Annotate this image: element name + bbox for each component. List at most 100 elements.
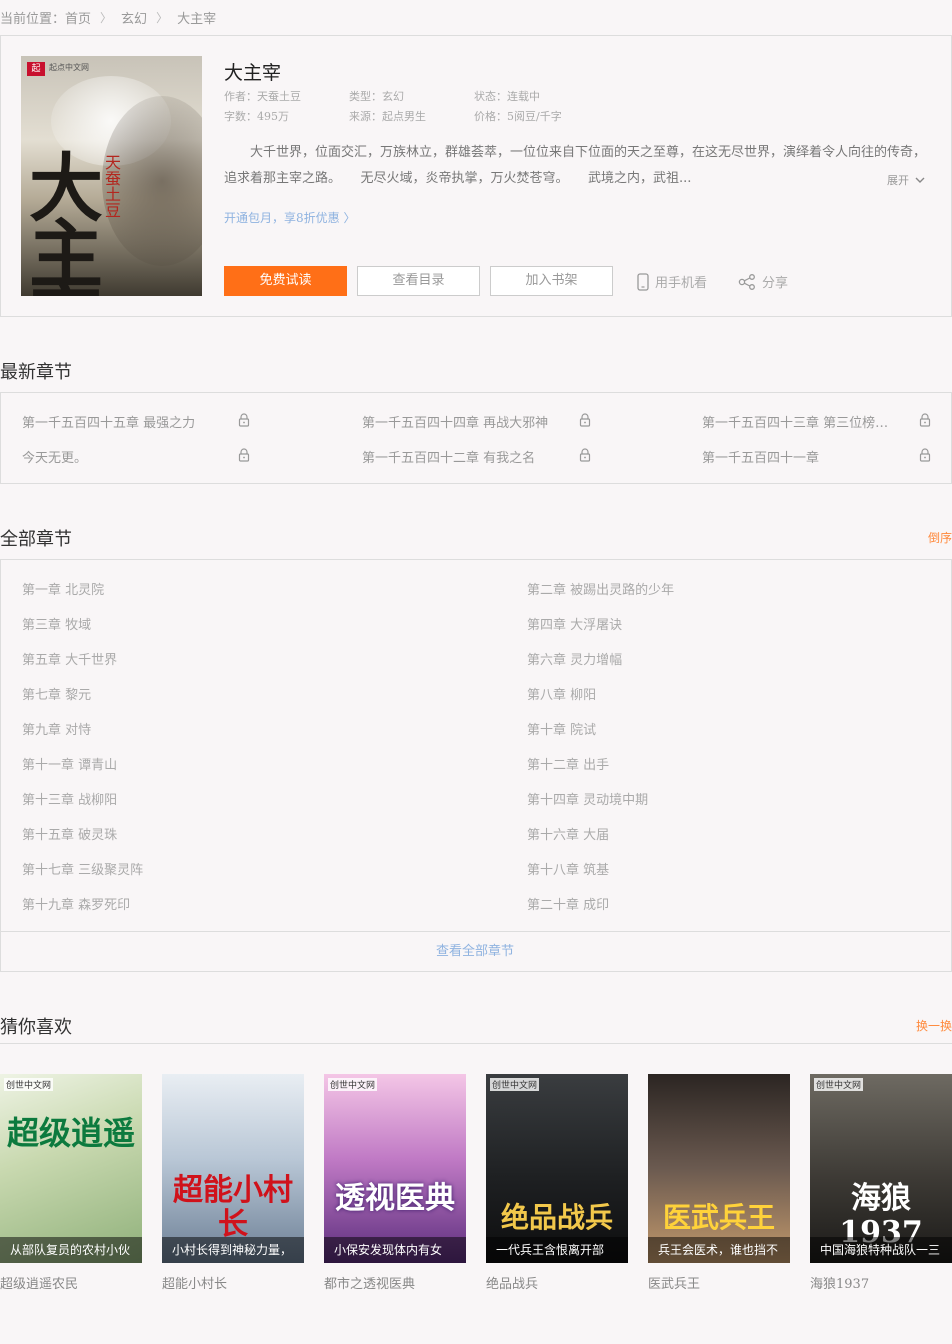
latest-chapter-link[interactable]: 第一千五百四十三章 第三位榜… bbox=[702, 412, 906, 430]
chapter-link[interactable]: 第十章 院试 bbox=[527, 719, 596, 738]
chapter-link[interactable]: 第十九章 森罗死印 bbox=[22, 894, 130, 913]
chapter-link[interactable]: 第二十章 成印 bbox=[527, 894, 609, 913]
cover-publisher: 起点中文网 bbox=[49, 63, 89, 72]
recommend-cover[interactable]: 创世中文网 海狼1937 中国海狼特种战队一三 bbox=[810, 1074, 952, 1263]
view-catalog-button[interactable]: 查看目录 bbox=[357, 266, 480, 296]
recommend-caption: 兵王会医术，谁也挡不 bbox=[648, 1237, 790, 1263]
breadcrumb-home-link[interactable]: 首页 bbox=[65, 8, 91, 27]
expand-label: 展开 bbox=[887, 174, 909, 187]
recommend-name[interactable]: 绝品战兵 bbox=[486, 1273, 628, 1292]
book-title: 大主宰 bbox=[224, 62, 282, 84]
latest-chapter-link[interactable]: 今天无更。 bbox=[22, 447, 254, 465]
chapter-link[interactable]: 第十三章 战柳阳 bbox=[22, 789, 117, 808]
recommend-cover[interactable]: 创世中文网 超级逍遥 从部队复员的农村小伙 bbox=[0, 1074, 142, 1263]
chapter-link[interactable]: 第五章 大千世界 bbox=[22, 649, 117, 668]
recommend-cover[interactable]: 超能小村长 小村长得到神秘力量， bbox=[162, 1074, 304, 1263]
share-label: 分享 bbox=[762, 276, 789, 291]
recommend-caption: 从部队复员的农村小伙 bbox=[0, 1237, 142, 1263]
latest-chapter-link[interactable]: 第一千五百四十四章 再战大邪神 bbox=[362, 412, 594, 430]
cover-title: 绝品战兵 bbox=[500, 1201, 613, 1234]
cover-title: 透视医典 bbox=[335, 1181, 455, 1216]
publisher-badge: 创世中文网 bbox=[490, 1078, 540, 1091]
recommend-caption: 小保安发现体内有女 bbox=[324, 1237, 466, 1263]
reverse-order-button[interactable]: 倒序 bbox=[928, 529, 952, 546]
free-read-button[interactable]: 免费试读 bbox=[224, 266, 347, 296]
recommend-item[interactable]: 医武兵王 兵王会医术，谁也挡不 医武兵王 bbox=[648, 1074, 790, 1292]
chapter-link[interactable]: 第六章 灵力增幅 bbox=[527, 649, 622, 668]
publisher-badge: 创世中文网 bbox=[328, 1078, 378, 1091]
recommend-cover[interactable]: 创世中文网 透视医典 小保安发现体内有女 bbox=[324, 1074, 466, 1263]
lock-icon bbox=[579, 448, 591, 462]
breadcrumb: 当前位置： 首页 〉 玄幻 〉 大主宰 bbox=[0, 6, 216, 28]
chapter-link[interactable]: 第八章 柳阳 bbox=[527, 684, 596, 703]
chapter-link[interactable]: 第七章 黎元 bbox=[22, 684, 91, 703]
chapter-link[interactable]: 第一章 北灵院 bbox=[22, 579, 104, 598]
publisher-badge: 创世中文网 bbox=[814, 1078, 864, 1091]
mobile-read-label: 用手机看 bbox=[655, 276, 708, 291]
chapter-link[interactable]: 第四章 大浮屠诀 bbox=[527, 614, 622, 633]
latest-chapter-link[interactable]: 第一千五百四十二章 有我之名 bbox=[362, 447, 594, 465]
chapter-link[interactable]: 第十五章 破灵珠 bbox=[22, 824, 117, 843]
expand-button[interactable]: 展开 bbox=[887, 172, 925, 188]
breadcrumb-current: 大主宰 bbox=[177, 11, 217, 27]
lock-icon bbox=[238, 448, 250, 462]
publisher-logo-icon: 起 bbox=[27, 62, 45, 76]
chapter-link[interactable]: 第十一章 谭青山 bbox=[22, 754, 117, 773]
recommend-caption: 中国海狼特种战队一三 bbox=[810, 1237, 952, 1263]
chapter-link[interactable]: 第十二章 出手 bbox=[527, 754, 609, 773]
book-status: 状态：连载中 bbox=[474, 90, 540, 103]
chapter-link[interactable]: 第十四章 灵动境中期 bbox=[527, 789, 648, 808]
phone-icon bbox=[637, 272, 649, 291]
lock-icon bbox=[919, 413, 931, 427]
chevron-right-icon: 〉 bbox=[156, 10, 169, 25]
view-all-chapters-link[interactable]: 查看全部章节 bbox=[0, 931, 950, 971]
breadcrumb-category-link[interactable]: 玄幻 bbox=[121, 8, 147, 27]
latest-chapter-link[interactable]: 第一千五百四十一章 bbox=[702, 447, 906, 465]
book-source: 来源：起点男生 bbox=[349, 110, 426, 123]
chapter-link[interactable]: 第三章 牧域 bbox=[22, 614, 91, 633]
recommend-cover[interactable]: 创世中文网 绝品战兵 一代兵王含恨离开部 bbox=[486, 1074, 628, 1263]
book-price: 价格：5阅豆/千字 bbox=[474, 110, 562, 123]
chapter-link[interactable]: 第十七章 三级聚灵阵 bbox=[22, 859, 143, 878]
book-word-count: 字数：495万 bbox=[224, 110, 289, 123]
recommend-item[interactable]: 创世中文网 超级逍遥 从部队复员的农村小伙 超级逍遥农民 bbox=[0, 1074, 142, 1292]
lock-icon bbox=[238, 413, 250, 427]
recommend-caption: 小村长得到神秘力量， bbox=[162, 1237, 304, 1263]
recommend-name[interactable]: 都市之透视医典 bbox=[324, 1273, 466, 1292]
lock-icon bbox=[579, 413, 591, 427]
add-to-shelf-button[interactable]: 加入书架 bbox=[490, 266, 613, 296]
cover-author: 天蚕土豆 bbox=[102, 154, 121, 218]
book-info-card: 起 起点中文网 大主宰 天蚕土豆 大主宰 作者：天蚕土豆 类型：玄幻 状态：连载… bbox=[0, 35, 952, 317]
lock-icon bbox=[919, 448, 931, 462]
book-cover[interactable]: 起 起点中文网 大主宰 天蚕土豆 bbox=[21, 56, 202, 296]
share-button[interactable]: 分享 bbox=[738, 272, 788, 291]
recommend-title: 猜你喜欢 bbox=[0, 1017, 72, 1038]
divider bbox=[0, 1043, 952, 1044]
chapter-link[interactable]: 第十六章 大届 bbox=[527, 824, 609, 843]
latest-chapter-link[interactable]: 第一千五百四十五章 最强之力 bbox=[22, 412, 254, 430]
cover-title: 医武兵王 bbox=[662, 1201, 775, 1234]
swap-button[interactable]: 换一换 bbox=[916, 1017, 952, 1034]
breadcrumb-label: 当前位置： bbox=[0, 11, 66, 27]
recommend-name[interactable]: 海狼1937 bbox=[810, 1273, 952, 1292]
all-chapters-title: 全部章节 bbox=[0, 529, 72, 550]
book-author: 作者：天蚕土豆 bbox=[224, 90, 301, 103]
recommend-item[interactable]: 创世中文网 透视医典 小保安发现体内有女 都市之透视医典 bbox=[324, 1074, 466, 1292]
recommend-item[interactable]: 超能小村长 小村长得到神秘力量， 超能小村长 bbox=[162, 1074, 304, 1292]
recommend-item[interactable]: 创世中文网 绝品战兵 一代兵王含恨离开部 绝品战兵 bbox=[486, 1074, 628, 1292]
chapter-link[interactable]: 第十八章 筑基 bbox=[527, 859, 609, 878]
book-category: 类型：玄幻 bbox=[349, 90, 404, 103]
recommend-name[interactable]: 超级逍遥农民 bbox=[0, 1273, 142, 1292]
recommend-item[interactable]: 创世中文网 海狼1937 中国海狼特种战队一三 海狼1937 bbox=[810, 1074, 952, 1292]
mobile-read-button[interactable]: 用手机看 bbox=[637, 272, 707, 291]
all-chapters-box: 第一章 北灵院 第二章 被踢出灵路的少年 第三章 牧域 第四章 大浮屠诀 第五章… bbox=[0, 559, 952, 972]
recommend-cover[interactable]: 医武兵王 兵王会医术，谁也挡不 bbox=[648, 1074, 790, 1263]
publisher-badge: 创世中文网 bbox=[4, 1078, 54, 1091]
chapter-link[interactable]: 第九章 对恃 bbox=[22, 719, 91, 738]
recommend-name[interactable]: 医武兵王 bbox=[648, 1273, 790, 1292]
subscription-promo-link[interactable]: 开通包月，享8折优惠 〉 bbox=[224, 209, 355, 226]
recommend-name[interactable]: 超能小村长 bbox=[162, 1273, 304, 1292]
chapter-link[interactable]: 第二章 被踢出灵路的少年 bbox=[527, 579, 674, 598]
cover-title: 超能小村长 bbox=[173, 1173, 293, 1242]
cover-title: 超级逍遥 bbox=[6, 1114, 135, 1152]
